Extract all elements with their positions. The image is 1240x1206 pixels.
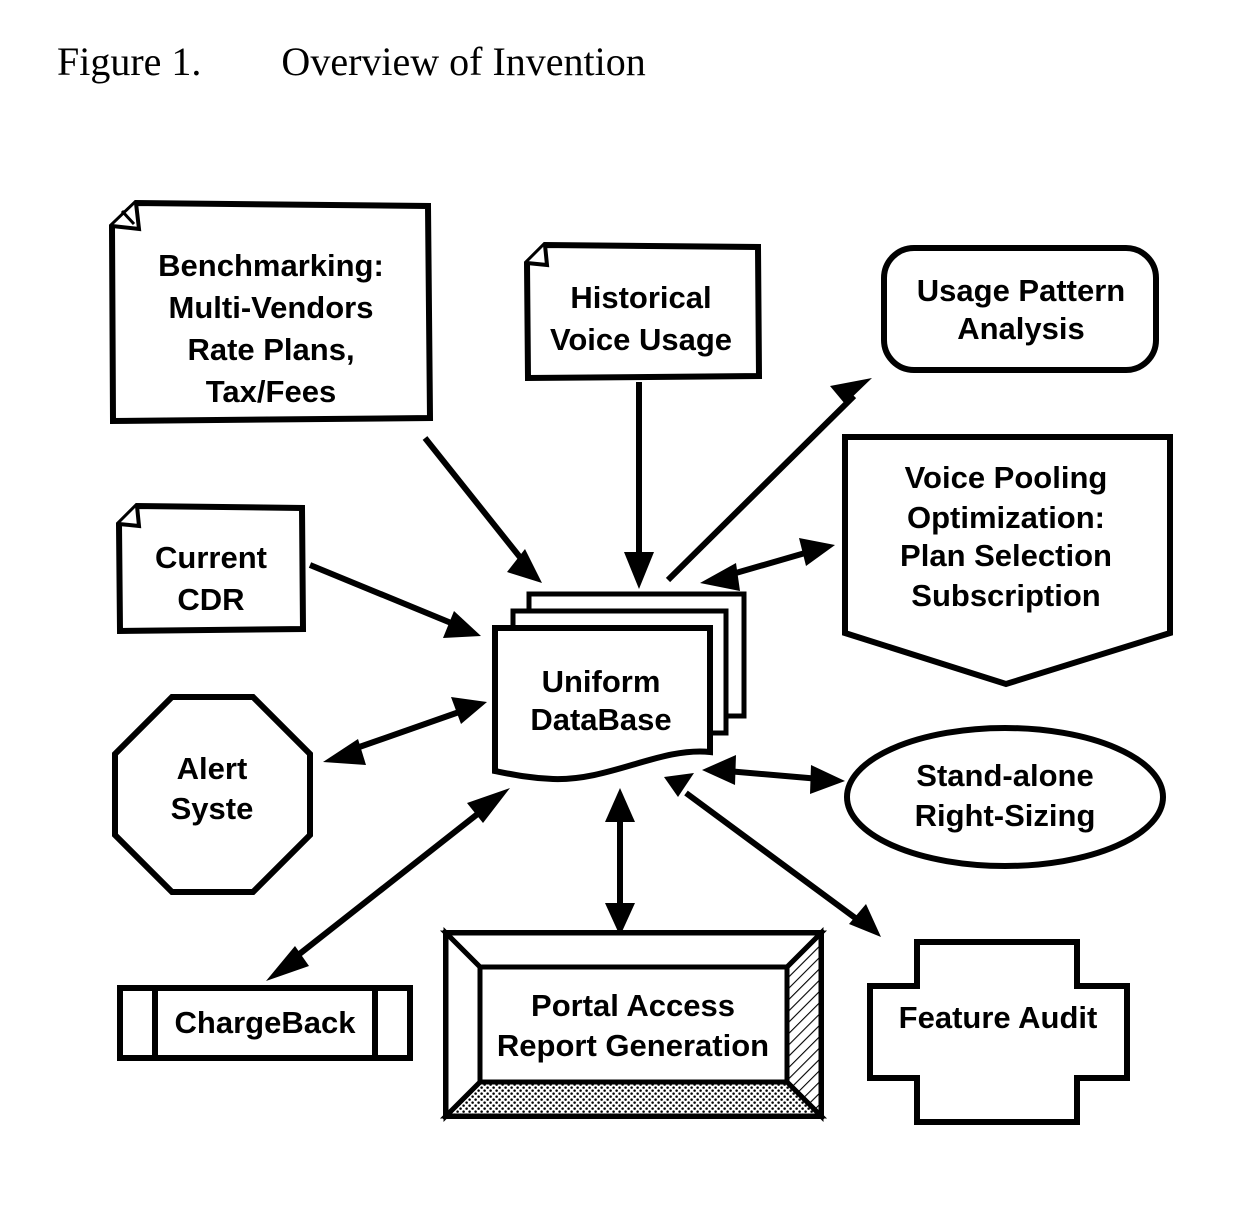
node-portal-line1: Portal Access bbox=[531, 988, 735, 1023]
edge-database-to-right-sizing bbox=[702, 755, 845, 794]
node-voice-pooling-line3: Plan Selection bbox=[900, 538, 1112, 573]
edge-benchmarking-to-database bbox=[422, 436, 542, 583]
node-benchmarking[interactable]: Benchmarking: Multi-Vendors Rate Plans, … bbox=[108, 199, 434, 425]
node-alert-system[interactable]: Alert Syste bbox=[112, 694, 313, 895]
edge-alert-to-database bbox=[323, 697, 487, 765]
node-usage-pattern-analysis[interactable]: Usage Pattern Analysis bbox=[881, 245, 1159, 373]
node-alert-line1: Alert bbox=[177, 751, 248, 786]
node-alert-line2: Syste bbox=[171, 791, 254, 826]
node-feature-audit[interactable]: Feature Audit bbox=[867, 939, 1130, 1125]
node-feature-audit-label: Feature Audit bbox=[899, 1000, 1098, 1035]
edge-historical-to-database bbox=[624, 382, 654, 589]
node-chargeback[interactable]: ChargeBack bbox=[117, 985, 413, 1061]
node-benchmarking-line2: Multi-Vendors bbox=[169, 290, 374, 325]
node-uniform-database[interactable]: Uniform DataBase bbox=[492, 591, 747, 783]
invention-overview-diagram: Benchmarking: Multi-Vendors Rate Plans, … bbox=[108, 199, 1173, 1125]
node-chargeback-label: ChargeBack bbox=[175, 1005, 357, 1040]
node-historical-line1: Historical bbox=[570, 280, 711, 315]
node-voice-pooling-line1: Voice Pooling bbox=[905, 460, 1108, 495]
node-voice-pooling-line2: Optimization: bbox=[907, 500, 1105, 535]
node-historical-voice-usage[interactable]: Historical Voice Usage bbox=[523, 241, 763, 382]
edge-database-to-usage-pattern bbox=[665, 378, 872, 583]
figure-page: Figure 1. Overview of Invention Benchmar… bbox=[0, 0, 1240, 1206]
edge-database-to-voice-pooling bbox=[700, 538, 835, 591]
node-usage-pattern-line2: Analysis bbox=[957, 311, 1085, 346]
node-right-sizing-line1: Stand-alone bbox=[916, 758, 1093, 793]
node-historical-line2: Voice Usage bbox=[550, 322, 732, 357]
node-current-cdr-line1: Current bbox=[155, 540, 267, 575]
node-voice-pooling-line4: Subscription bbox=[911, 578, 1100, 613]
edge-database-to-portal bbox=[605, 788, 635, 936]
node-portal-line2: Report Generation bbox=[497, 1028, 769, 1063]
node-right-sizing-line2: Right-Sizing bbox=[915, 798, 1096, 833]
node-uniform-db-line1: Uniform bbox=[542, 664, 661, 699]
node-usage-pattern-line1: Usage Pattern bbox=[917, 273, 1125, 308]
node-stand-alone-right-sizing[interactable]: Stand-alone Right-Sizing bbox=[844, 725, 1166, 869]
node-uniform-db-line2: DataBase bbox=[530, 702, 671, 737]
node-voice-pooling-optimization[interactable]: Voice Pooling Optimization: Plan Selecti… bbox=[842, 434, 1173, 688]
node-benchmarking-line3: Rate Plans, bbox=[187, 332, 354, 367]
node-current-cdr[interactable]: Current CDR bbox=[115, 502, 307, 635]
node-benchmarking-line1: Benchmarking: bbox=[158, 248, 384, 283]
node-portal-access-report-generation[interactable]: Portal Access Report Generation bbox=[439, 926, 828, 1123]
node-current-cdr-line2: CDR bbox=[177, 582, 244, 617]
node-benchmarking-line4: Tax/Fees bbox=[206, 374, 336, 409]
